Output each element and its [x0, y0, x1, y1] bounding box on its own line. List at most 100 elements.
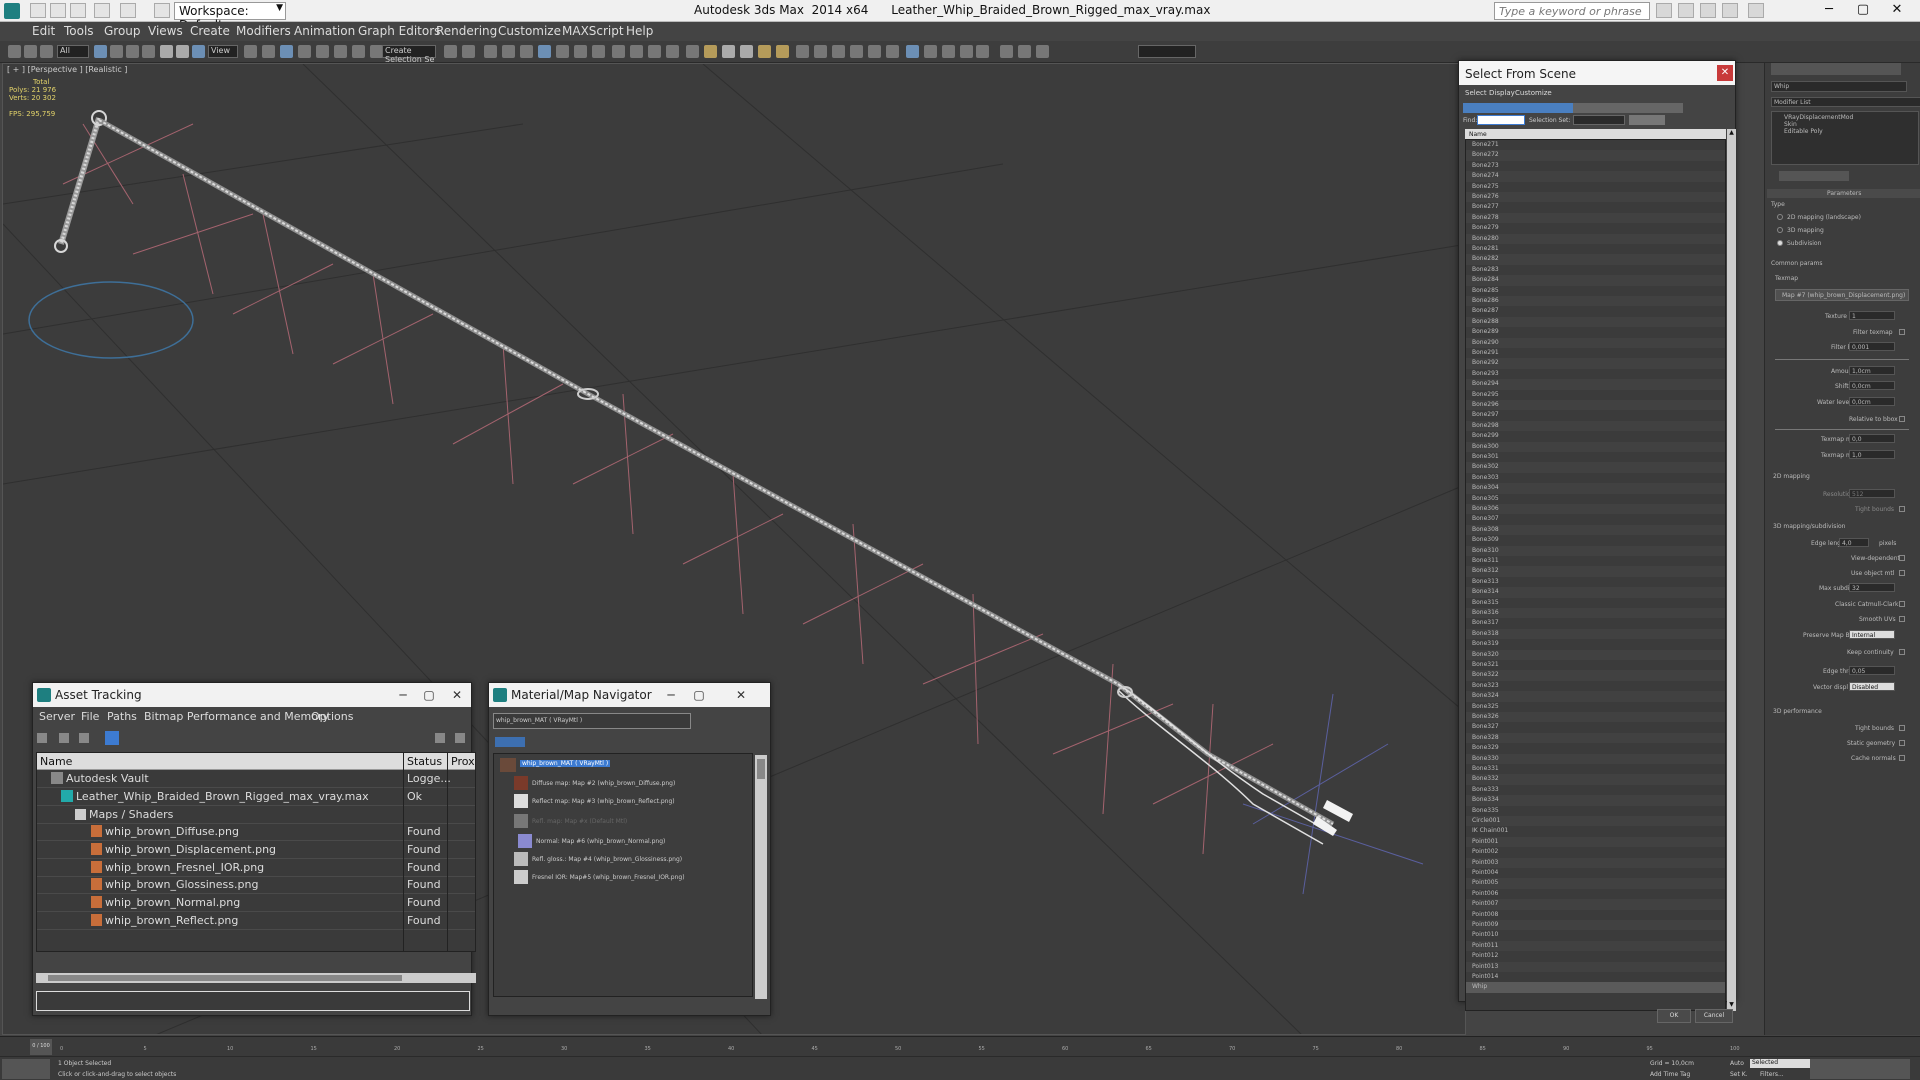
align-icon[interactable] — [462, 45, 475, 58]
material-item[interactable]: Normal: Map #6 (whip_brown_Normal.png) — [536, 838, 665, 845]
vray-frame-buffer-icon[interactable] — [686, 45, 699, 58]
modifier-item[interactable]: Skin — [1784, 121, 1797, 128]
list-item[interactable]: Bone334 — [1466, 795, 1725, 806]
list-item[interactable]: Bone286 — [1466, 296, 1725, 307]
list-item[interactable]: Bone328 — [1466, 732, 1725, 744]
rect-selection-icon[interactable] — [126, 45, 139, 58]
list-item[interactable]: Bone297 — [1466, 410, 1725, 421]
render-production-icon[interactable] — [612, 45, 625, 58]
smooth-uvs-checkbox[interactable] — [1899, 616, 1905, 622]
frame-indicator[interactable]: 0 / 100 — [30, 1039, 52, 1055]
list-item[interactable]: Point003 — [1466, 857, 1725, 868]
menu-views[interactable]: Views — [148, 24, 183, 38]
list-item[interactable]: Bone280 — [1466, 233, 1725, 244]
save-file-icon[interactable] — [70, 3, 86, 18]
spinner-snap-icon[interactable] — [352, 45, 365, 58]
list-item[interactable]: Bone317 — [1466, 618, 1725, 629]
move-icon[interactable] — [160, 45, 173, 58]
named-selection-dropdown[interactable]: Create Selection Se — [382, 45, 436, 64]
modifier-item[interactable]: VRayDisplacementMod — [1784, 114, 1853, 121]
menu-group[interactable]: Group — [104, 24, 141, 38]
maximize-button[interactable]: ▢ — [415, 686, 443, 704]
sfs-filter-toolbar[interactable] — [1463, 103, 1683, 113]
list-item[interactable]: Bone312 — [1466, 566, 1725, 577]
use-object-mtl-checkbox[interactable] — [1899, 570, 1905, 576]
close-button[interactable]: ✕ — [1717, 65, 1733, 81]
at-menu-paths[interactable]: Paths — [107, 710, 137, 723]
select-link-icon[interactable] — [8, 45, 21, 58]
object-name-field[interactable]: Whip — [1771, 81, 1907, 92]
list-item[interactable]: Bone313 — [1466, 576, 1725, 588]
list-item[interactable]: Bone311 — [1466, 556, 1725, 567]
table-row[interactable]: Autodesk Vault Logge... — [37, 770, 475, 788]
app-logo-icon[interactable] — [4, 3, 20, 19]
material-item[interactable]: whip_brown_MAT ( VRayMtl ) — [520, 760, 611, 767]
set-key-label[interactable]: Set K. — [1730, 1071, 1748, 1078]
table-row[interactable]: whip_brown_Fresnel_IOR.png Found — [37, 859, 475, 877]
list-item[interactable]: Bone326 — [1466, 712, 1725, 723]
list-item[interactable]: Point009 — [1466, 920, 1725, 931]
sfs-menu-display[interactable]: Display — [1489, 89, 1515, 97]
list-item[interactable]: Bone310 — [1466, 545, 1725, 556]
tight-bounds-perf-checkbox[interactable] — [1899, 725, 1905, 731]
vray-toolbar-icon-2[interactable] — [648, 45, 661, 58]
select-from-scene-title[interactable]: Select From Scene — [1459, 61, 1735, 85]
vray-sun-icon[interactable] — [758, 45, 771, 58]
whip-handle[interactable] — [54, 110, 107, 253]
selection-set-dropdown[interactable] — [1573, 115, 1625, 125]
communication-icon[interactable] — [1700, 3, 1716, 18]
list-item[interactable]: Point010 — [1466, 930, 1725, 941]
minimize-button[interactable]: ─ — [657, 686, 685, 704]
menu-customize[interactable]: Customize — [498, 24, 561, 38]
col-proxy[interactable]: Prox — [451, 755, 475, 768]
list-item[interactable]: Bone284 — [1466, 275, 1725, 286]
subscription-icon[interactable] — [1678, 3, 1694, 18]
list-item[interactable]: Bone273 — [1466, 160, 1725, 172]
list-item[interactable]: Point004 — [1466, 868, 1725, 879]
list-item[interactable]: Point007 — [1466, 899, 1725, 910]
keep-continuity-checkbox[interactable] — [1899, 649, 1905, 655]
list-item[interactable]: Bone292 — [1466, 358, 1725, 369]
horizontal-scrollbar[interactable] — [36, 973, 476, 983]
list-item[interactable]: Bone301 — [1466, 452, 1725, 463]
cancel-button[interactable]: Cancel — [1695, 1009, 1733, 1023]
preserve-map-bnd-dropdown[interactable]: Internal — [1849, 630, 1895, 639]
vray-settings-icon[interactable] — [960, 45, 973, 58]
texmap-max-spinner[interactable]: 1,0 — [1849, 450, 1895, 459]
amount-spinner[interactable]: 1,0cm — [1849, 366, 1895, 375]
list-item[interactable]: Bone279 — [1466, 223, 1725, 234]
selection-filter-dropdown[interactable]: All — [57, 45, 89, 58]
menu-tools[interactable]: Tools — [64, 24, 94, 38]
list-item[interactable]: Point013 — [1466, 961, 1725, 972]
menu-maxscript[interactable]: MAXScript — [562, 24, 624, 38]
menu-animation[interactable]: Animation — [294, 24, 355, 38]
cache-normals-checkbox[interactable] — [1899, 755, 1905, 761]
list-item[interactable]: Bone335 — [1466, 805, 1725, 816]
vray-toolbar-icon-3[interactable] — [666, 45, 679, 58]
list-item[interactable]: Bone298 — [1466, 420, 1725, 432]
list-item[interactable]: Point001 — [1466, 836, 1725, 848]
path-input[interactable] — [36, 991, 470, 1011]
list-item[interactable]: Bone300 — [1466, 441, 1725, 452]
view-dependent-checkbox[interactable] — [1899, 555, 1905, 561]
material-item[interactable]: Refl. map: Map #x (Default Mtl) — [532, 818, 627, 825]
texmap-button[interactable]: Map #7 (whip_brown_Displacement.png) — [1775, 289, 1909, 301]
list-item[interactable]: Bone289 — [1466, 327, 1725, 338]
menu-graph-editors[interactable]: Graph Editors — [358, 24, 440, 38]
ref-coord-dropdown[interactable]: View — [208, 45, 238, 58]
water-level-spinner[interactable]: 0,0cm — [1849, 397, 1895, 406]
list-item[interactable]: Point008 — [1466, 909, 1725, 920]
list-item[interactable]: Bone315 — [1466, 597, 1725, 608]
at-menu-file[interactable]: File — [81, 710, 99, 723]
at-menu-options[interactable]: Options — [311, 710, 353, 723]
list-item[interactable]: Bone271 — [1466, 140, 1725, 151]
table-row[interactable]: Maps / Shaders — [37, 806, 475, 824]
layer-manager-icon[interactable] — [484, 45, 497, 58]
menu-edit[interactable]: Edit — [32, 24, 55, 38]
list-item[interactable]: Circle001 — [1466, 816, 1725, 827]
scale-icon[interactable] — [192, 45, 205, 58]
sfs-column-name[interactable]: Name — [1465, 129, 1726, 139]
vector-disp-dropdown[interactable]: Disabled — [1849, 682, 1895, 691]
list-item[interactable]: Bone324 — [1466, 691, 1725, 702]
rotate-icon[interactable] — [176, 45, 189, 58]
